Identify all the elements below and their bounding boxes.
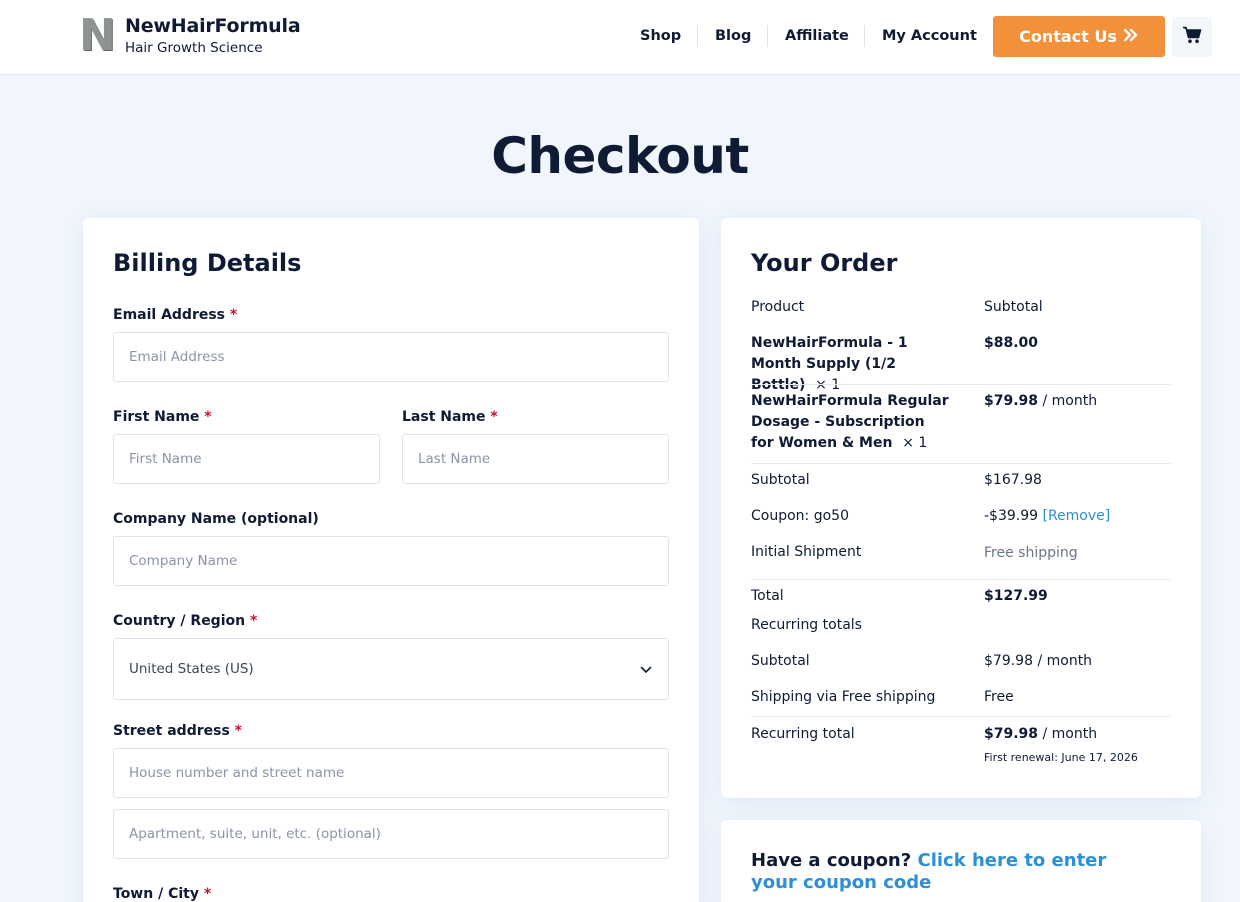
street-label: Street address * <box>113 723 242 739</box>
coupon-label: Coupon: go50 <box>751 508 849 524</box>
order-item-price: $88.00 <box>984 335 1039 351</box>
row-divider <box>751 463 1171 464</box>
row-divider <box>751 579 1171 580</box>
nav-separator <box>767 25 768 47</box>
coupon-card: Have a coupon? Click here to enter your … <box>721 820 1201 902</box>
order-item-price: $79.98 / month <box>984 393 1098 409</box>
order-item-name: NewHairFormula - 1 Month Supply (1/2 Bot… <box>751 335 908 393</box>
cart-icon <box>1182 26 1202 48</box>
street-address-field[interactable] <box>113 748 669 798</box>
recurring-total-label: Recurring total <box>751 726 855 742</box>
nav-separator <box>697 25 698 47</box>
site-header: N NewHairFormula Hair Growth Science Sho… <box>0 0 1240 75</box>
recurring-shipping-value: Free <box>984 689 1014 705</box>
first-name-label: First Name * <box>113 409 212 425</box>
billing-details-card: Billing Details Email Address * First Na… <box>83 218 699 902</box>
contact-us-label: Contact Us <box>1019 27 1117 46</box>
nav-item-affiliate[interactable]: Affiliate <box>785 25 849 47</box>
apartment-field[interactable] <box>113 809 669 859</box>
town-label: Town / City * <box>113 886 212 902</box>
last-name-field[interactable] <box>402 434 669 484</box>
recurring-subtotal-label: Subtotal <box>751 653 810 669</box>
cart-button[interactable] <box>1172 17 1212 57</box>
coupon-value: -$39.99 [Remove] <box>984 508 1111 524</box>
country-selected-value: United States (US) <box>129 661 254 677</box>
row-divider <box>751 384 1171 385</box>
brand-name: NewHairFormula <box>125 15 301 37</box>
email-field[interactable] <box>113 332 669 382</box>
row-divider <box>751 716 1171 717</box>
initial-shipment-value: Free shipping <box>984 545 1078 561</box>
country-select[interactable]: United States (US) <box>113 638 669 700</box>
recurring-subtotal-value: $79.98 / month <box>984 653 1093 669</box>
coupon-prompt: Have a coupon? Click here to enter your … <box>751 850 1107 893</box>
site-logo[interactable]: N NewHairFormula Hair Growth Science <box>79 10 301 61</box>
recurring-shipping-label: Shipping via Free shipping <box>751 689 936 705</box>
first-name-field[interactable] <box>113 434 380 484</box>
last-name-label: Last Name * <box>402 409 498 425</box>
subtotal-label: Subtotal <box>751 472 810 488</box>
total-value: $127.99 <box>984 588 1048 604</box>
subtotal-value: $167.98 <box>984 472 1042 488</box>
double-chevron-right-icon <box>1123 27 1139 46</box>
nav-item-my-account[interactable]: My Account <box>882 25 977 47</box>
logo-mark: N <box>79 10 116 61</box>
initial-shipment-label: Initial Shipment <box>751 544 862 560</box>
total-label: Total <box>751 588 784 604</box>
order-item-name: NewHairFormula Regular Dosage - Subscrip… <box>751 393 949 451</box>
nav-item-blog[interactable]: Blog <box>715 25 751 47</box>
country-label: Country / Region * <box>113 613 258 629</box>
page-title: Checkout <box>491 127 749 185</box>
recurring-totals-heading: Recurring totals <box>751 617 862 633</box>
contact-us-button[interactable]: Contact Us <box>993 16 1165 57</box>
brand-tagline: Hair Growth Science <box>125 40 263 56</box>
order-title: Your Order <box>751 249 898 277</box>
nav-item-shop[interactable]: Shop <box>640 25 681 47</box>
company-field[interactable] <box>113 536 669 586</box>
company-label: Company Name (optional) <box>113 511 319 527</box>
chevron-down-icon <box>640 662 652 678</box>
first-renewal-note: First renewal: June 17, 2026 <box>984 751 1138 764</box>
remove-coupon-link[interactable]: [Remove] <box>1043 508 1111 524</box>
column-header-subtotal: Subtotal <box>984 299 1043 315</box>
recurring-total-value: $79.98 / month <box>984 726 1098 742</box>
your-order-card: Your Order Product Subtotal NewHairFormu… <box>721 218 1201 798</box>
billing-title: Billing Details <box>113 249 302 277</box>
column-header-product: Product <box>751 299 805 315</box>
email-label: Email Address * <box>113 307 238 323</box>
nav-separator <box>864 25 865 47</box>
